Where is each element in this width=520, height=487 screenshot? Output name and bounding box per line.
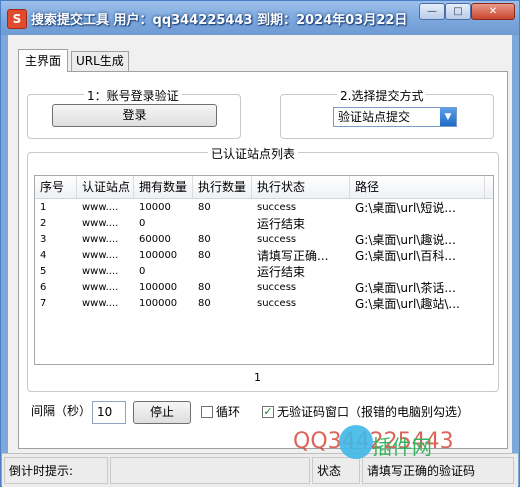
watermark-logo-icon bbox=[339, 425, 373, 459]
cell-executed: 80 bbox=[198, 298, 211, 309]
cell-path: G:\桌面\url\短说... bbox=[355, 201, 456, 215]
cell-owned: 0 bbox=[139, 266, 146, 277]
cell-owned: 10000 bbox=[139, 202, 171, 213]
column-header[interactable]: 执行状态 bbox=[252, 176, 350, 198]
column-header[interactable]: 路径 bbox=[350, 176, 485, 198]
interval-label: 间隔（秒） bbox=[31, 404, 92, 418]
submit-method-value: 验证站点提交 bbox=[336, 109, 438, 125]
column-header[interactable]: 认证站点 bbox=[77, 176, 134, 198]
cell-status: success bbox=[257, 298, 297, 309]
cell-path: G:\桌面\url\百科... bbox=[355, 249, 456, 263]
cell-owned: 100000 bbox=[139, 298, 178, 309]
submit-method-title: 2.选择提交方式 bbox=[337, 87, 427, 104]
table-row[interactable]: 7 www.... 100000 80 success G:\桌面\url\趣站… bbox=[35, 296, 493, 312]
cell-path: G:\桌面\url\趣说... bbox=[355, 233, 456, 247]
no-captcha-checkbox[interactable]: ✓ bbox=[262, 406, 274, 418]
table-row[interactable]: 6 www.... 100000 80 success G:\桌面\url\茶话… bbox=[35, 280, 493, 296]
cell-index: 3 bbox=[40, 234, 47, 245]
cell-owned: 100000 bbox=[139, 250, 178, 261]
client-area: 主界面 URL生成 1：账号登录验证 登录 2.选择提交方式 验证站点提交 ▼ … bbox=[8, 35, 512, 453]
window-title: 搜索提交工具 用户：qq344225443 到期：2024年03月22日 bbox=[31, 13, 408, 28]
status-label: 状态 bbox=[312, 457, 360, 484]
cell-index: 6 bbox=[40, 282, 47, 293]
login-group: 1：账号登录验证 登录 bbox=[27, 87, 241, 139]
cell-index: 7 bbox=[40, 298, 47, 309]
countdown-value bbox=[110, 457, 310, 484]
cell-status: 运行结束 bbox=[257, 217, 306, 231]
status-value: 请填写正确的验证码 bbox=[362, 457, 514, 484]
cell-status: 请填写正确... bbox=[257, 249, 329, 263]
tab-main[interactable]: 主界面 bbox=[18, 49, 69, 72]
cell-site: www.... bbox=[82, 250, 119, 261]
cell-executed bbox=[193, 216, 252, 232]
cell-executed: 80 bbox=[198, 282, 211, 293]
login-group-title: 1：账号登录验证 bbox=[84, 87, 182, 104]
cell-index: 1 bbox=[40, 202, 47, 213]
cell-site: www.... bbox=[82, 218, 119, 229]
login-button[interactable]: 登录 bbox=[52, 104, 217, 127]
page-number: 1 bbox=[254, 371, 261, 384]
no-captcha-label: 无验证码窗口（报错的电脑别勾选） bbox=[277, 405, 470, 419]
cell-site: www.... bbox=[82, 282, 119, 293]
cell-executed bbox=[193, 264, 252, 280]
cell-site: www.... bbox=[82, 234, 119, 245]
cell-site: www.... bbox=[82, 298, 119, 309]
column-header[interactable]: 序号 bbox=[35, 176, 77, 198]
cell-owned: 100000 bbox=[139, 282, 178, 293]
cell-owned: 0 bbox=[139, 218, 146, 229]
status-bar: 倒计时提示: 状态 请填写正确的验证码 bbox=[2, 453, 518, 487]
cell-status: 运行结束 bbox=[257, 265, 306, 279]
main-window: S 搜索提交工具 用户：qq344225443 到期：2024年03月22日 —… bbox=[0, 0, 520, 487]
table-row[interactable]: 5 www.... 0 运行结束 bbox=[35, 264, 493, 280]
table-row[interactable]: 4 www.... 100000 80 请填写正确... G:\桌面\url\百… bbox=[35, 248, 493, 264]
submit-method-group: 2.选择提交方式 验证站点提交 ▼ bbox=[280, 87, 494, 139]
cell-executed: 80 bbox=[198, 234, 211, 245]
watermark-site: 插件网 bbox=[372, 435, 432, 459]
cell-site: www.... bbox=[82, 266, 119, 277]
loop-checkbox[interactable] bbox=[201, 406, 213, 418]
cell-path: G:\桌面\url\茶话... bbox=[355, 281, 456, 295]
cell-status: success bbox=[257, 234, 297, 245]
cell-executed: 80 bbox=[198, 250, 211, 261]
submit-method-select[interactable]: 验证站点提交 ▼ bbox=[333, 107, 457, 127]
maximize-button[interactable]: □ bbox=[445, 3, 471, 20]
cell-status: success bbox=[257, 282, 297, 293]
table-row[interactable]: 2 www.... 0 运行结束 bbox=[35, 216, 493, 232]
column-header[interactable]: 执行数量 bbox=[193, 176, 252, 198]
tab-url-generate[interactable]: URL生成 bbox=[71, 51, 129, 71]
table-row[interactable]: 1 www.... 10000 80 success G:\桌面\url\短说.… bbox=[35, 200, 493, 216]
app-icon: S bbox=[7, 9, 27, 29]
cell-path: G:\桌面\url\趣站\... bbox=[355, 297, 460, 311]
cell-status: success bbox=[257, 202, 297, 213]
main-panel: 1：账号登录验证 登录 2.选择提交方式 验证站点提交 ▼ 已认证站点列表 序号… bbox=[18, 71, 508, 449]
cell-index: 5 bbox=[40, 266, 47, 277]
sites-group: 已认证站点列表 序号 认证站点 拥有数量 执行数量 执行状态 路径 1 www.… bbox=[27, 145, 499, 392]
stop-button[interactable]: 停止 bbox=[133, 401, 191, 424]
cell-owned: 60000 bbox=[139, 234, 171, 245]
sites-group-title: 已认证站点列表 bbox=[208, 145, 299, 162]
countdown-label: 倒计时提示: bbox=[4, 457, 108, 484]
minimize-button[interactable]: — bbox=[419, 3, 445, 20]
title-bar[interactable]: S 搜索提交工具 用户：qq344225443 到期：2024年03月22日 —… bbox=[1, 1, 519, 35]
sites-table[interactable]: 序号 认证站点 拥有数量 执行数量 执行状态 路径 1 www.... 1000… bbox=[34, 175, 494, 365]
cell-path bbox=[350, 216, 485, 232]
close-button[interactable]: ✕ bbox=[471, 3, 515, 20]
chevron-down-icon[interactable]: ▼ bbox=[440, 108, 456, 126]
cell-path bbox=[350, 264, 485, 280]
interval-input[interactable]: 10 bbox=[92, 401, 126, 424]
table-row[interactable]: 3 www.... 60000 80 success G:\桌面\url\趣说.… bbox=[35, 232, 493, 248]
loop-label: 循环 bbox=[216, 405, 241, 419]
cell-index: 4 bbox=[40, 250, 47, 261]
column-header[interactable]: 拥有数量 bbox=[134, 176, 193, 198]
cell-site: www.... bbox=[82, 202, 119, 213]
table-header: 序号 认证站点 拥有数量 执行数量 执行状态 路径 bbox=[35, 176, 493, 199]
cell-index: 2 bbox=[40, 218, 47, 229]
cell-executed: 80 bbox=[198, 202, 211, 213]
